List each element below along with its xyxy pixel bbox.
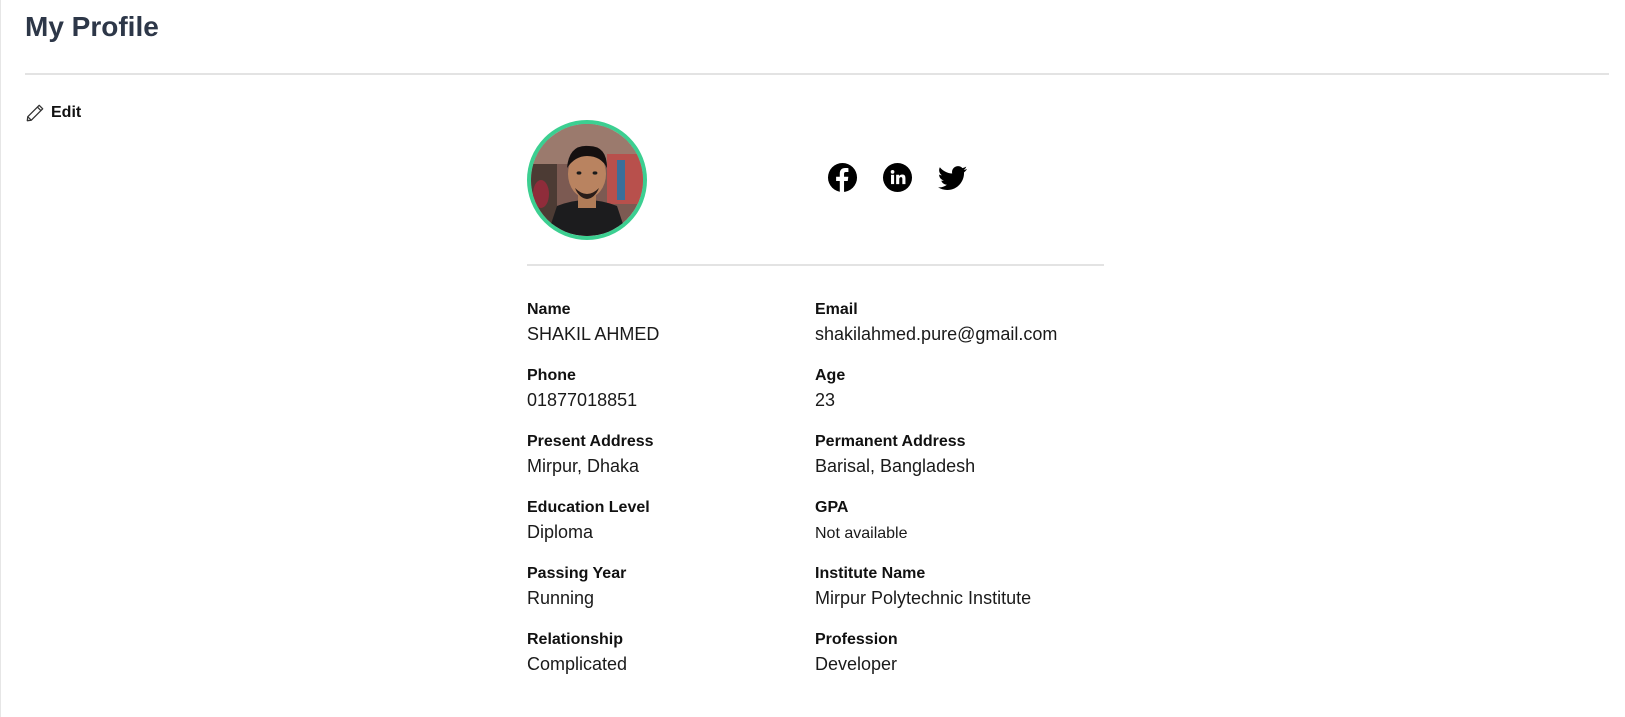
permanent-address-field: Permanent Address Barisal, Bangladesh: [815, 432, 1104, 482]
gpa-field: GPA Not available: [815, 498, 1104, 548]
edit-button[interactable]: Edit: [25, 103, 81, 123]
pencil-icon: [25, 103, 45, 123]
field-label: Education Level: [527, 499, 650, 516]
field-label: Name: [527, 301, 571, 318]
field-label: Institute Name: [815, 565, 926, 582]
twitter-icon[interactable]: [937, 162, 968, 193]
relationship-field: Relationship Complicated: [527, 630, 815, 680]
field-label: GPA: [815, 499, 849, 516]
phone-field: Phone 01877018851: [527, 366, 815, 416]
linkedin-icon[interactable]: [882, 162, 913, 193]
field-value: 23: [815, 390, 836, 410]
field-value: Mirpur, Dhaka: [527, 456, 640, 476]
passing-year-field: Passing Year Running: [527, 564, 815, 614]
field-value: Not available: [815, 525, 908, 542]
avatar: [527, 120, 647, 240]
profile-info-grid: Name SHAKIL AHMED Email shakilahmed.pure…: [527, 300, 1104, 680]
institute-name-field: Institute Name Mirpur Polytechnic Instit…: [815, 564, 1104, 614]
header-divider: [25, 73, 1609, 75]
field-value: Diploma: [527, 522, 594, 542]
field-label: Permanent Address: [815, 433, 966, 450]
field-value: Running: [527, 588, 595, 608]
field-label: Profession: [815, 631, 898, 648]
profile-page: My Profile Edit Name SHAKIL AHMED Email …: [0, 0, 1625, 717]
field-value: 01877018851: [527, 390, 638, 410]
field-label: Phone: [527, 367, 576, 384]
facebook-icon[interactable]: [827, 162, 858, 193]
field-value: Barisal, Bangladesh: [815, 456, 976, 476]
field-label: Age: [815, 367, 846, 384]
page-title: My Profile: [25, 11, 159, 42]
field-value: Mirpur Polytechnic Institute: [815, 588, 1032, 608]
email-field: Email shakilahmed.pure@gmail.com: [815, 300, 1104, 350]
field-label: Relationship: [527, 631, 624, 648]
profession-field: Profession Developer: [815, 630, 1104, 680]
age-field: Age 23: [815, 366, 1104, 416]
field-label: Present Address: [527, 433, 654, 450]
social-links: [827, 162, 968, 193]
name-field: Name SHAKIL AHMED: [527, 300, 815, 350]
field-label: Email: [815, 301, 858, 318]
profile-divider: [527, 264, 1104, 266]
education-level-field: Education Level Diploma: [527, 498, 815, 548]
field-value: shakilahmed.pure@gmail.com: [815, 324, 1058, 344]
field-value: SHAKIL AHMED: [527, 324, 660, 344]
edit-label: Edit: [51, 104, 82, 121]
present-address-field: Present Address Mirpur, Dhaka: [527, 432, 815, 482]
field-value: Developer: [815, 654, 898, 674]
field-label: Passing Year: [527, 565, 627, 582]
field-value: Complicated: [527, 654, 628, 674]
